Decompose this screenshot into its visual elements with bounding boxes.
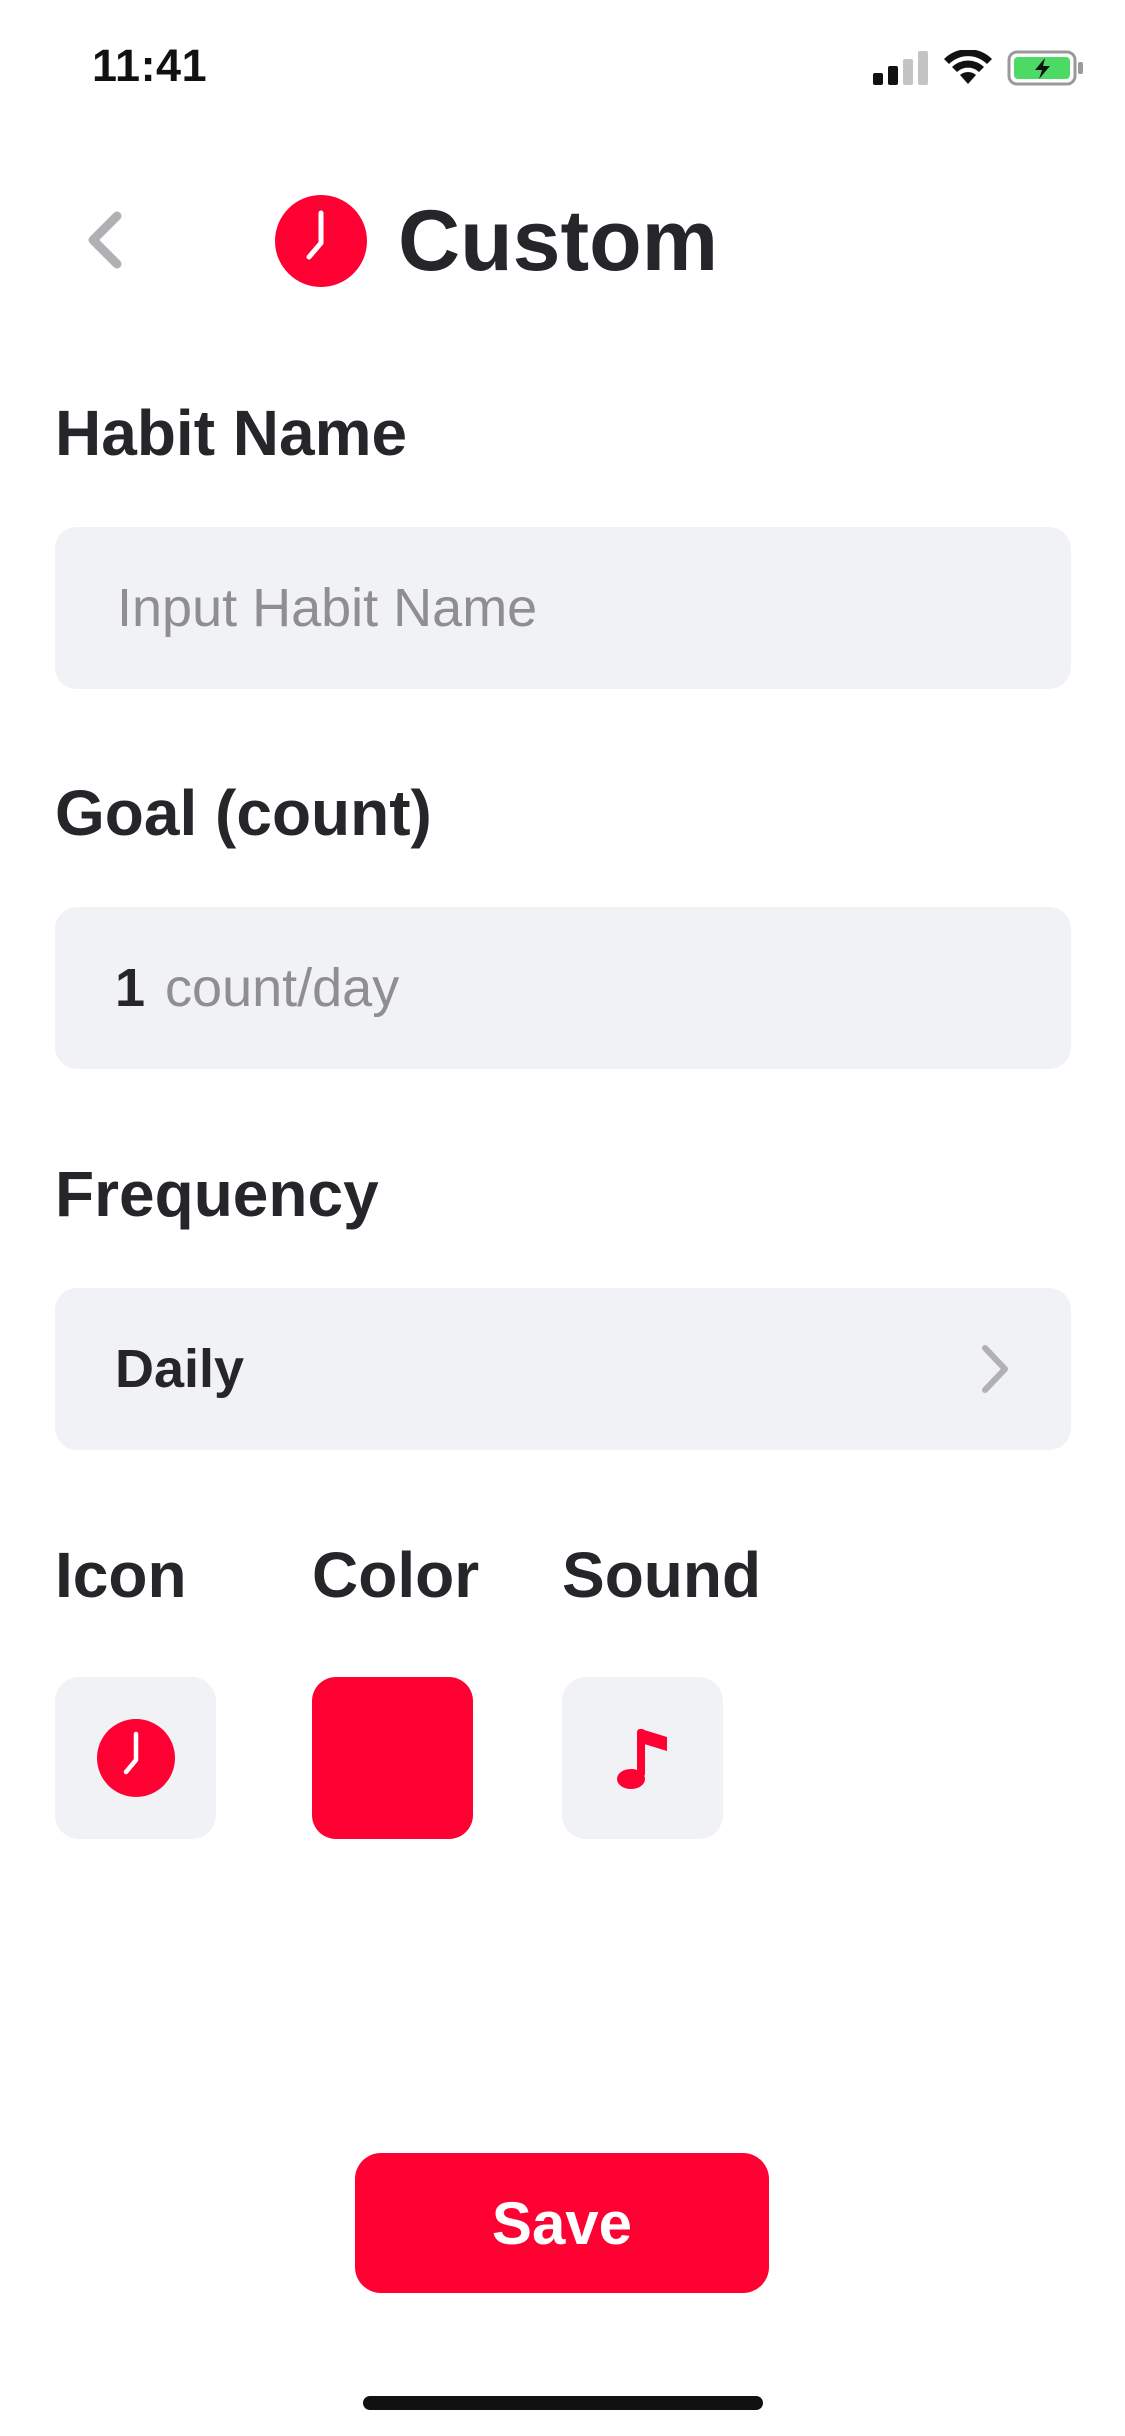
page-title: Custom <box>398 193 719 289</box>
sound-label: Sound <box>562 1539 762 1611</box>
goal-field[interactable]: 1 count/day <box>55 907 1071 1069</box>
chevron-left-icon <box>88 211 122 269</box>
home-indicator <box>363 2396 763 2410</box>
color-label: Color <box>312 1539 480 1611</box>
chevron-right-icon <box>982 1345 1008 1393</box>
battery-charging-icon <box>1007 50 1083 86</box>
cellular-signal-icon <box>873 51 928 85</box>
habit-name-label: Habit Name <box>55 397 408 469</box>
habit-name-field-container <box>55 527 1071 689</box>
status-time: 11:41 <box>92 40 208 91</box>
color-picker-button[interactable] <box>312 1677 473 1839</box>
icon-label: Icon <box>55 1539 187 1611</box>
frequency-label: Frequency <box>55 1158 379 1230</box>
sound-picker-button[interactable] <box>562 1677 723 1839</box>
wifi-icon <box>944 50 992 84</box>
goal-value: 1 <box>115 958 146 1018</box>
clock-icon <box>275 195 367 287</box>
clock-icon <box>96 1719 175 1797</box>
frequency-value: Daily <box>115 1339 245 1399</box>
save-button[interactable]: Save <box>355 2153 769 2293</box>
habit-name-input[interactable] <box>115 576 1011 640</box>
goal-unit: count/day <box>165 958 400 1018</box>
back-button[interactable] <box>70 200 140 280</box>
music-note-icon <box>616 1729 667 1789</box>
status-icons <box>873 48 1085 88</box>
goal-label: Goal (count) <box>55 777 432 849</box>
icon-picker-button[interactable] <box>55 1677 216 1839</box>
frequency-selector[interactable]: Daily <box>55 1288 1071 1450</box>
